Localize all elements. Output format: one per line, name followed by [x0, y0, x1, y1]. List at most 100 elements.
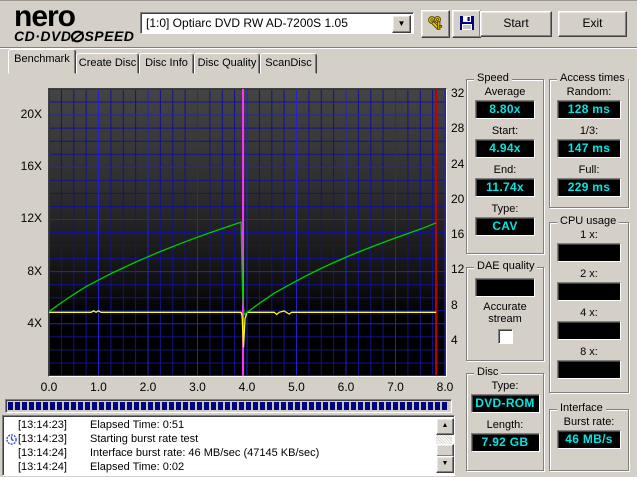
scroll-up-button[interactable]: ▲	[436, 418, 454, 435]
exit-button-label: Exit	[582, 16, 603, 30]
log-message: Starting burst rate test	[90, 433, 199, 445]
disc-icon	[71, 30, 85, 43]
average-label: Average	[484, 86, 526, 98]
cpu-4x-label: 4 x:	[580, 307, 598, 319]
end-speed-label: End:	[493, 164, 517, 176]
x-axis-tick: 8.0	[436, 380, 454, 394]
start-button[interactable]: Start	[480, 11, 552, 37]
start-speed-label: Start:	[491, 125, 519, 137]
cpu-usage-panel: CPU usage 1 x: 2 x: 4 x: 8 x:	[549, 215, 629, 393]
x-axis-tick: 4.0	[238, 380, 256, 394]
tab-disc-info[interactable]: Disc Info	[139, 53, 194, 74]
speed-panel: Speed Average 8.80x Start: 4.94x End: 11…	[466, 72, 544, 254]
y-axis-left-tick: 20X	[20, 107, 42, 122]
logo-speed: SPEED	[84, 28, 135, 44]
keys-icon	[428, 16, 443, 30]
log-timestamp: [13:14:23]	[18, 419, 67, 431]
logo-cd-dvd: CD·DVD	[14, 28, 72, 44]
header-divider	[0, 47, 637, 49]
progress-bar	[5, 399, 452, 413]
cpu-1x-value	[557, 243, 621, 262]
access-times-panel: Access times Random: 128 ms 1/3: 147 ms …	[549, 72, 629, 208]
one-third-access-value: 147 ms	[557, 139, 621, 158]
end-speed-value: 11.74x	[475, 178, 535, 197]
tab-label: Create Disc	[78, 57, 137, 69]
interface-panel: Interface Burst rate: 46 MB/s	[549, 402, 629, 471]
dae-quality-title: DAE quality	[474, 260, 538, 272]
nero-cd-dvd-speed-window: { "header": { "logo_line1": "nero", "log…	[0, 0, 637, 477]
y-axis-left-tick: 8X	[27, 263, 42, 278]
tab-label: Disc Quality	[197, 57, 257, 69]
x-axis-tick: 6.0	[337, 380, 355, 394]
header: nero CD·DVD SPEED [1:0] Optiarc DVD RW AD…	[0, 1, 637, 47]
tab-benchmark[interactable]: Benchmark	[8, 49, 76, 74]
chart-canvas	[49, 89, 446, 376]
full-access-label: Full:	[578, 164, 600, 176]
disc-type-value: DVD-ROM	[470, 394, 540, 413]
tab-create-disc[interactable]: Create Disc	[76, 53, 139, 74]
random-access-value: 128 ms	[557, 100, 621, 119]
tab-bar: Benchmark Create Disc Disc Info Disc Qua…	[0, 49, 637, 74]
exit-button[interactable]: Exit	[558, 11, 627, 37]
burst-rate-value: 46 MB/s	[557, 430, 621, 449]
speed-type-value: CAV	[475, 217, 535, 236]
y-axis-left-tick: 12X	[20, 211, 42, 226]
save-floppy-icon	[459, 16, 474, 30]
disc-panel: Disc Type: DVD-ROM Length: 7.92 GB	[466, 366, 544, 471]
scroll-up-icon: ▲	[441, 422, 449, 429]
tab-label: Disc Info	[145, 57, 188, 69]
cpu-8x-label: 8 x:	[580, 346, 598, 358]
accurate-stream-label: Accurate stream	[483, 301, 527, 325]
drive-selector-value: [1:0] Optiarc DVD RW AD-7200S 1.05	[146, 16, 348, 30]
tab-scandisc[interactable]: ScanDisc	[260, 53, 317, 74]
busy-clock-icon	[6, 434, 17, 448]
cpu-2x-value	[557, 282, 621, 301]
tab-label: Benchmark	[14, 53, 70, 65]
x-axis-tick: 2.0	[139, 380, 157, 394]
cpu-8x-value	[557, 360, 621, 379]
cpu-2x-label: 2 x:	[580, 268, 598, 280]
random-access-label: Random:	[566, 86, 612, 98]
progress-bar-fill	[8, 402, 449, 410]
log-message: Interface burst rate: 46 MB/sec (47145 K…	[90, 447, 320, 459]
full-access-value: 229 ms	[557, 178, 621, 197]
x-axis-tick: 3.0	[189, 380, 206, 394]
options-button[interactable]	[421, 10, 450, 38]
log-message: Elapsed Time: 0:51	[90, 419, 185, 431]
interface-panel-title: Interface	[557, 402, 606, 414]
disc-length-value: 7.92 GB	[470, 433, 540, 452]
dae-quality-panel: DAE quality Accurate stream	[466, 260, 544, 361]
tab-disc-quality[interactable]: Disc Quality	[194, 53, 260, 74]
dae-quality-value	[475, 278, 535, 297]
x-axis-tick: 7.0	[387, 380, 404, 394]
tab-label: ScanDisc	[265, 57, 312, 69]
scroll-down-button[interactable]: ▼	[436, 456, 454, 473]
scroll-down-icon: ▼	[441, 460, 449, 467]
average-speed-value: 8.80x	[475, 100, 535, 119]
start-speed-value: 4.94x	[475, 139, 535, 158]
cpu-1x-label: 1 x:	[580, 229, 598, 241]
disc-type-label: Type:	[491, 380, 519, 392]
accurate-stream-checkbox[interactable]	[497, 329, 513, 344]
log-scrollbar[interactable]: ▲ ▼	[436, 418, 454, 473]
benchmark-chart: 4X 8X 12X 16X 20X 4 8 12 16 20 24 28 32 0.0 1.0 2.0 3.0 4…	[0, 75, 465, 397]
log-message: Elapsed Time: 0:02	[90, 461, 185, 473]
cpu-4x-value	[557, 321, 621, 340]
cpu-usage-title: CPU usage	[557, 215, 620, 227]
x-axis-tick: 5.0	[288, 380, 305, 394]
disc-length-label: Length:	[486, 419, 524, 431]
y-axis-left-tick: 4X	[27, 315, 42, 330]
log-timestamp: [13:14:24]	[18, 447, 67, 459]
log-timestamp: [13:14:24]	[18, 461, 67, 473]
y-axis-left-tick: 16X	[20, 159, 42, 174]
drive-selector-dropdown[interactable]: [1:0] Optiarc DVD RW AD-7200S 1.05 ▼	[140, 12, 414, 34]
x-axis-tick: 1.0	[90, 380, 107, 394]
save-button[interactable]	[452, 10, 481, 38]
one-third-access-label: 1/3:	[579, 125, 599, 137]
chevron-down-icon[interactable]: ▼	[392, 15, 411, 33]
x-axis-tick: 0.0	[40, 380, 58, 394]
start-button-label: Start	[503, 16, 529, 30]
log-timestamp: [13:14:23]	[18, 433, 67, 445]
log-list[interactable]: [13:14:23] Elapsed Time: 0:51 [13:14:23]…	[2, 415, 455, 476]
burst-rate-label: Burst rate:	[563, 416, 615, 428]
